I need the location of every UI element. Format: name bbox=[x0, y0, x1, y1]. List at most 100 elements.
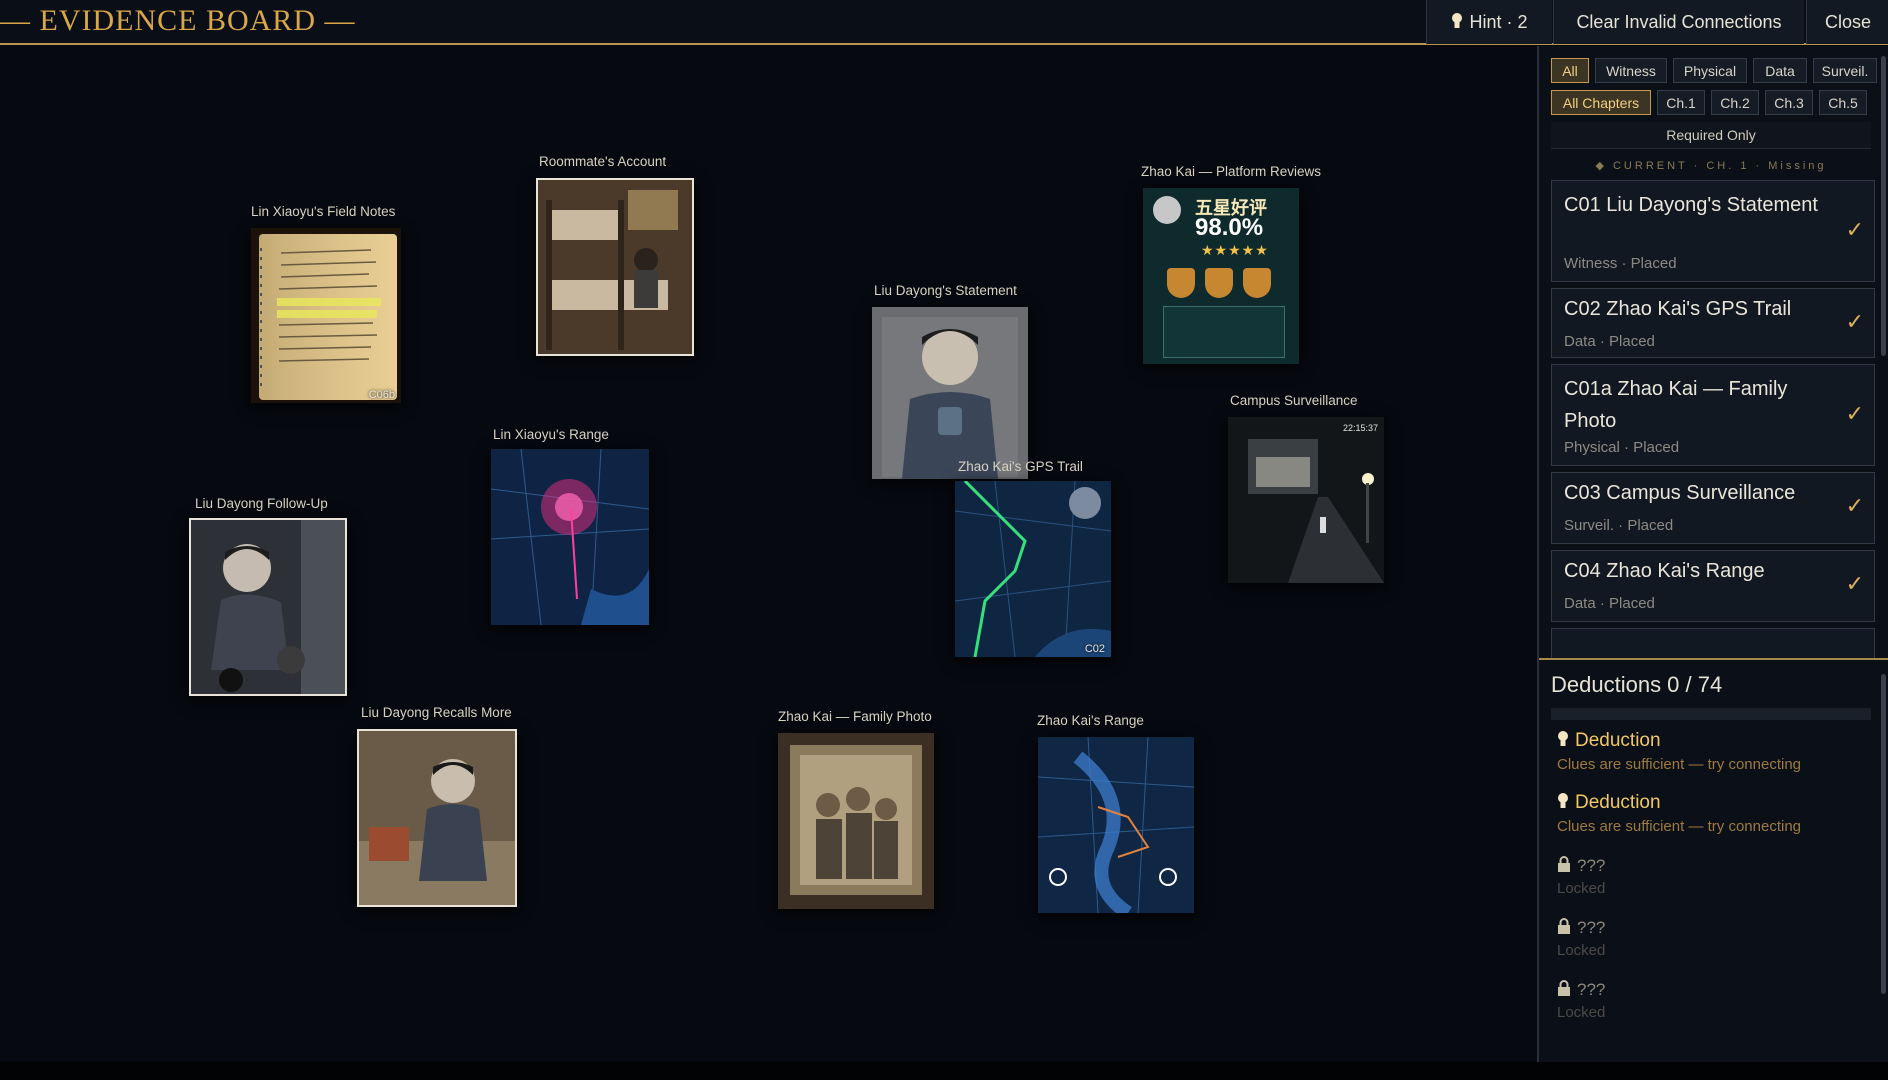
evidence-card-zhao-kai-range[interactable]: Zhao Kai's Range bbox=[1037, 713, 1207, 963]
filter-witness[interactable]: Witness bbox=[1595, 58, 1667, 83]
deduction-item[interactable]: Deduction Clues are sufficient — try con… bbox=[1557, 730, 1857, 773]
evidence-card-lin-xiaoyu-range[interactable]: Lin Xiaoyu's Range bbox=[491, 427, 663, 667]
clue-title: C02 Zhao Kai's GPS Trail bbox=[1564, 298, 1792, 320]
card-image bbox=[491, 449, 649, 625]
clue-item-c03[interactable]: C03 Campus Surveillance Surveil. · Place… bbox=[1551, 472, 1875, 544]
evidence-card-platform-reviews[interactable]: Zhao Kai — Platform Reviews 五星好评 98.0% ★… bbox=[1141, 164, 1331, 414]
filter-surveil[interactable]: Surveil. bbox=[1813, 58, 1877, 83]
card-image bbox=[778, 733, 934, 909]
card-label: Campus Surveillance bbox=[1230, 393, 1358, 408]
deduction-title-text: ??? bbox=[1577, 918, 1606, 937]
deduction-title-text: Deduction bbox=[1575, 792, 1661, 813]
clue-item-c02[interactable]: C02 Zhao Kai's GPS Trail Data · Placed ✓ bbox=[1551, 288, 1875, 358]
lightbulb-icon bbox=[1558, 793, 1568, 808]
evidence-card-roommate-account[interactable]: Roommate's Account bbox=[536, 154, 706, 399]
clue-status: Surveil. · Placed bbox=[1564, 517, 1674, 534]
rating-value: 98.0% bbox=[1195, 214, 1264, 241]
check-icon: ✓ bbox=[1845, 309, 1864, 334]
evidence-card-campus-surveillance[interactable]: Campus Surveillance 22:15:37 bbox=[1228, 393, 1398, 633]
clue-title: C01 Liu Dayong's Statement bbox=[1564, 194, 1818, 216]
evidence-card-follow-up[interactable]: Liu Dayong Follow-Up bbox=[189, 496, 365, 746]
lock-icon bbox=[1558, 856, 1570, 872]
man-portrait-image bbox=[872, 307, 1028, 479]
top-bar: — EVIDENCE BOARD — Hint · 2 Clear Invali… bbox=[0, 0, 1888, 45]
current-chapter-status: ◆ CURRENT · CH. 1 · Missing bbox=[1595, 160, 1827, 172]
notebook-image bbox=[259, 234, 397, 400]
clue-item-c04[interactable]: C04 Zhao Kai's Range Data · Placed ✓ bbox=[1551, 550, 1875, 622]
range-map-image bbox=[1038, 737, 1194, 913]
night-campus-image bbox=[1228, 417, 1384, 583]
card-image: C02 bbox=[955, 481, 1111, 657]
card-label: Liu Dayong's Statement bbox=[874, 283, 1017, 298]
evidence-card-family-photo[interactable]: Zhao Kai — Family Photo bbox=[778, 709, 958, 959]
heatmap-image bbox=[491, 449, 649, 625]
star-rating-icon: ★★★★★ bbox=[1201, 242, 1269, 258]
evidence-card-recalls-more[interactable]: Liu Dayong Recalls More bbox=[357, 705, 535, 955]
filter-all-chapters[interactable]: All Chapters bbox=[1551, 90, 1651, 115]
close-button[interactable]: Close bbox=[1806, 0, 1888, 44]
evidence-card-gps-trail[interactable]: C02 Zhao Kai's GPS Trail bbox=[955, 459, 1125, 709]
lock-icon bbox=[1558, 918, 1570, 934]
card-label: Roommate's Account bbox=[539, 154, 667, 169]
clue-list-scrollbar[interactable] bbox=[1881, 56, 1886, 356]
card-label: Liu Dayong Recalls More bbox=[361, 705, 512, 720]
check-icon: ✓ bbox=[1845, 217, 1864, 242]
filter-ch2[interactable]: Ch.2 bbox=[1711, 90, 1759, 115]
deduction-item-locked: ??? Locked bbox=[1557, 856, 1857, 897]
filter-ch5[interactable]: Ch.5 bbox=[1819, 90, 1867, 115]
deduction-hint: Locked bbox=[1557, 942, 1606, 959]
check-icon: ✓ bbox=[1845, 401, 1864, 426]
card-label: Zhao Kai — Family Photo bbox=[778, 709, 932, 724]
card-label: Lin Xiaoyu's Range bbox=[493, 427, 609, 442]
deduction-title-text: ??? bbox=[1577, 856, 1606, 875]
deduction-item-locked: ??? Locked bbox=[1557, 980, 1857, 1021]
scooter-rider-image bbox=[191, 520, 345, 694]
deduction-hint: Locked bbox=[1557, 1004, 1606, 1021]
badge-icon bbox=[1243, 268, 1271, 298]
check-icon: ✓ bbox=[1845, 493, 1864, 518]
filter-ch3[interactable]: Ch.3 bbox=[1765, 90, 1813, 115]
deduction-hint: Locked bbox=[1557, 880, 1606, 897]
clue-item-c01[interactable]: C01 Liu Dayong's Statement Witness · Pla… bbox=[1551, 180, 1875, 282]
lightbulb-icon bbox=[1558, 731, 1568, 746]
hint-button[interactable]: Hint · 2 bbox=[1426, 0, 1552, 44]
clear-invalid-connections-button[interactable]: Clear Invalid Connections bbox=[1553, 0, 1804, 44]
bunk-bed-image bbox=[538, 180, 692, 354]
clue-sidebar: All Witness Physical Data Surveil. All C… bbox=[1537, 46, 1888, 1064]
card-label: Liu Dayong Follow-Up bbox=[195, 496, 328, 511]
filter-ch1[interactable]: Ch.1 bbox=[1657, 90, 1705, 115]
card-code: C02 bbox=[1084, 643, 1105, 655]
evidence-board[interactable]: Lin Xiaoyu's Field Notes C06b Roommate's… bbox=[0, 46, 1537, 1062]
filter-all[interactable]: All bbox=[1551, 58, 1589, 83]
clue-list[interactable]: C01 Liu Dayong's Statement Witness · Pla… bbox=[1551, 180, 1875, 690]
filter-physical[interactable]: Physical bbox=[1673, 58, 1747, 83]
card-label: Lin Xiaoyu's Field Notes bbox=[251, 204, 396, 219]
check-icon: ✓ bbox=[1845, 571, 1864, 596]
card-image: 五星好评 98.0% ★★★★★ bbox=[1143, 188, 1299, 364]
avatar bbox=[1153, 196, 1181, 224]
deductions-scrollbar[interactable] bbox=[1881, 674, 1886, 994]
card-label: Zhao Kai's Range bbox=[1037, 713, 1144, 728]
clue-status: Physical · Placed bbox=[1564, 439, 1680, 456]
deduction-hint: Clues are sufficient — try connecting bbox=[1557, 756, 1802, 773]
card-image bbox=[536, 178, 694, 356]
clue-item-c01a[interactable]: C01a Zhao Kai — Family Photo Physical · … bbox=[1551, 364, 1875, 466]
bottom-strip bbox=[0, 1062, 1888, 1080]
card-label: Zhao Kai — Platform Reviews bbox=[1141, 164, 1322, 179]
required-only-toggle[interactable]: Required Only bbox=[1551, 122, 1871, 149]
badge-icon bbox=[1205, 268, 1233, 298]
review-list bbox=[1163, 306, 1285, 358]
deduction-title: Deduction bbox=[1557, 730, 1857, 752]
evidence-card-field-notes[interactable]: Lin Xiaoyu's Field Notes C06b bbox=[251, 204, 411, 449]
deduction-title: ??? bbox=[1557, 918, 1857, 938]
clue-status: Data · Placed bbox=[1564, 333, 1655, 350]
card-image bbox=[1038, 737, 1194, 913]
deductions-panel: Deductions 0 / 74 Deduction Clues are su… bbox=[1539, 658, 1888, 1064]
filter-data[interactable]: Data bbox=[1753, 58, 1807, 83]
card-image bbox=[189, 518, 347, 696]
card-image bbox=[872, 307, 1028, 479]
deduction-item[interactable]: Deduction Clues are sufficient — try con… bbox=[1557, 792, 1857, 835]
deduction-title: ??? bbox=[1557, 980, 1857, 1000]
card-image: 22:15:37 bbox=[1228, 417, 1384, 583]
badge-icon bbox=[1167, 268, 1195, 298]
